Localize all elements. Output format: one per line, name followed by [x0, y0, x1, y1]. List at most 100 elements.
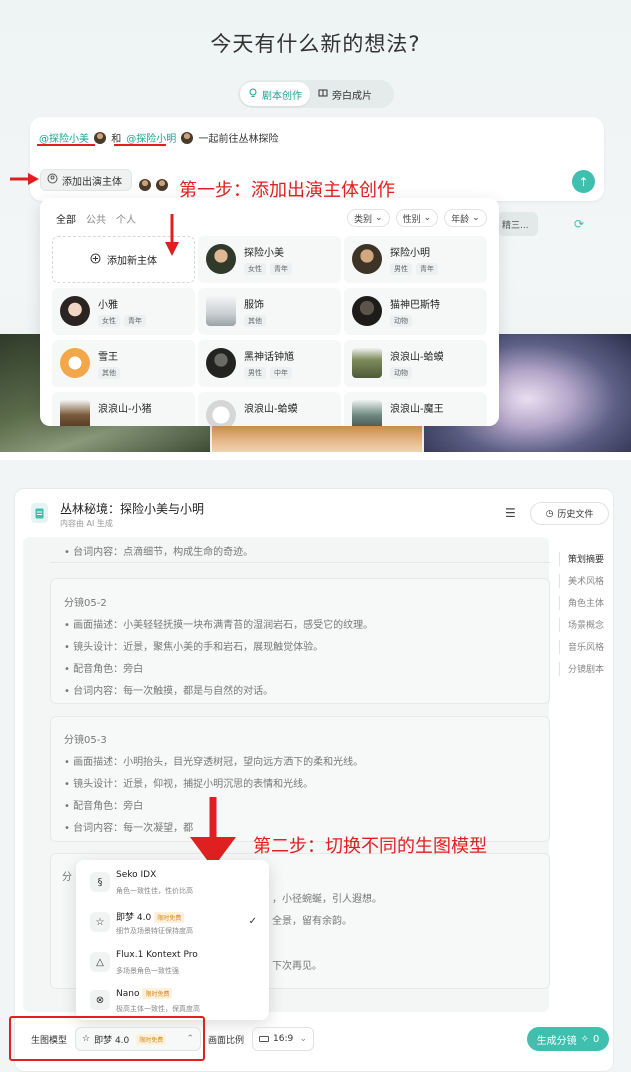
subject-card[interactable]: 猫神巴斯特 动物 — [344, 288, 487, 335]
annotation-arrow — [10, 173, 39, 185]
add-cast-button[interactable]: 添加出演主体 — [40, 169, 132, 191]
model-desc: 多场景角色一致性强 — [116, 967, 179, 975]
annotation-underline — [37, 144, 95, 146]
document-title: 丛林秘境：探险小美与小明 — [60, 502, 205, 516]
subject-card[interactable]: 浪浪山-蛤蟆 — [198, 392, 341, 426]
model-name: Flux.1 Kontext Pro — [116, 950, 198, 960]
filter-tab-personal[interactable]: 个人 — [116, 211, 136, 226]
model-option[interactable]: △ Flux.1 Kontext Pro 多场景角色一致性强 — [84, 946, 261, 982]
subject-card[interactable]: 小雅 女性 青年 — [52, 288, 195, 335]
subject-tag: 青年 — [270, 263, 292, 275]
model-option[interactable]: ⊗ Nano 限时免费 极高主体一致性，保真度高 — [84, 984, 261, 1020]
avatar — [352, 244, 382, 274]
subject-card[interactable]: 浪浪山-蛤蟆 动物 — [344, 340, 487, 387]
free-badge: 限时免费 — [154, 912, 185, 923]
category-filter[interactable]: 类别 ⌄ — [347, 209, 390, 227]
subject-name: 黑神话钟馗 — [244, 352, 294, 363]
sparkle-icon: ✧ — [580, 1033, 589, 1045]
subject-tag: 女性 — [98, 315, 120, 327]
dialogue-line: • 台词内容：点滴细节，构成生命的奇迹。 — [64, 547, 254, 558]
subject-tag: 青年 — [124, 315, 146, 327]
seko-logo-icon: § — [90, 872, 110, 892]
annotation-arrow — [165, 214, 179, 256]
toc-item[interactable]: 场景概念 — [559, 618, 604, 632]
toc-item[interactable]: 策划摘要 — [559, 552, 604, 566]
filter-selects: 类别 ⌄ 性别 ⌄ 年龄 ⌄ — [347, 209, 487, 227]
shot-line: • 画面描述：小美轻轻抚摸一块布满青苔的湿润岩石，感受它的纹理。 — [64, 620, 374, 631]
line-text: 画面描述：小明抬头，目光穿透树冠，望向远方洒下的柔和光线。 — [73, 757, 364, 768]
subject-card[interactable]: 雪王 其他 — [52, 340, 195, 387]
tab-narration-video[interactable]: 旁白成片 — [310, 82, 380, 106]
filter-tab-public[interactable]: 公共 — [86, 211, 106, 226]
annotation-arrow — [190, 797, 236, 868]
avatar — [352, 296, 382, 326]
add-cast-label: 添加出演主体 — [62, 176, 122, 188]
gender-filter[interactable]: 性别 ⌄ — [395, 209, 439, 227]
subject-tag: 动物 — [390, 315, 412, 327]
subject-tag: 其他 — [244, 315, 266, 327]
chevron-down-icon: ⌄ — [472, 213, 480, 223]
shot-line: ，小径蜿蜒，引人遐想。 — [272, 894, 382, 905]
add-user-icon — [47, 173, 58, 187]
age-filter[interactable]: 年龄 ⌄ — [444, 209, 487, 227]
line-text: 镜头设计：近景，聚焦小美的手和岩石，展现触觉体验。 — [73, 642, 324, 653]
shot-title: 分 — [62, 872, 72, 883]
subject-tag: 青年 — [416, 263, 438, 275]
refresh-icon[interactable]: ⟳ — [574, 217, 584, 231]
model-menu: § Seko IDX 角色一致性佳，性价比高 ☆ 即梦 4.0 限时免费 细节及场… — [76, 860, 269, 1020]
model-desc: 角色一致性佳，性价比高 — [116, 887, 193, 895]
bulb-icon — [248, 88, 258, 101]
subject-card[interactable]: 浪浪山-魔王 — [344, 392, 487, 426]
book-icon — [318, 88, 328, 101]
cast-avatars — [139, 174, 169, 193]
ratio-select[interactable]: 16:9 ⌄ — [252, 1027, 314, 1051]
toc-item[interactable]: 角色主体 — [559, 596, 604, 610]
document-subtitle: 内容由 AI 生成 — [60, 519, 113, 528]
chevron-down-icon: ⌄ — [423, 213, 432, 223]
model-option-selected[interactable]: ☆ 即梦 4.0 限时免费 细节及场景特征保持度高 ✓ — [84, 906, 261, 942]
model-name: Seko IDX — [116, 870, 157, 880]
history-label: 历史文件 — [557, 510, 594, 520]
avatar — [60, 348, 90, 378]
check-icon: ✓ — [248, 916, 257, 927]
history-icon: ◷ — [545, 508, 554, 519]
model-name-text: Nano — [116, 989, 140, 999]
toc-item[interactable]: 美术风格 — [559, 574, 604, 588]
model-option[interactable]: § Seko IDX 角色一致性佳，性价比高 — [84, 866, 261, 902]
toc-item[interactable]: 音乐风格 — [559, 640, 604, 654]
line-text: 台词内容：点滴细节，构成生命的奇迹。 — [73, 547, 254, 558]
generate-storyboard-button[interactable]: 生成分镜 ✧ 0 — [527, 1027, 609, 1051]
subject-card[interactable]: 服饰 其他 — [198, 288, 341, 335]
cast-dropdown: 全部 公共 个人 类别 ⌄ 性别 ⌄ 年龄 ⌄ 添加新主体 探险小美 女性 青年 探险小… — [40, 198, 499, 426]
avatar — [206, 348, 236, 378]
filter-tab-all[interactable]: 全部 — [56, 211, 76, 226]
step2-annotation: 第二步：切换不同的生图模型 — [253, 836, 487, 857]
tab-label: 剧本创作 — [262, 90, 302, 102]
subject-card[interactable]: 黑神话钟馗 男性 中年 — [198, 340, 341, 387]
avatar — [352, 348, 382, 378]
subject-card[interactable]: 探险小美 女性 青年 — [198, 236, 341, 283]
line-text: 台词内容：每一次凝望，都 — [73, 823, 194, 834]
filter-label: 性别 — [402, 214, 421, 225]
outline-toggle-icon[interactable]: ☰ — [505, 506, 516, 520]
dream-logo-icon: ☆ — [90, 912, 110, 932]
subject-tag: 中年 — [270, 367, 292, 379]
top-panel: 今天有什么新的想法? 剧本创作 旁白成片 @探险小美 和 @探险小明 一起前往丛… — [0, 0, 631, 452]
tab-script-creation[interactable]: 剧本创作 — [240, 82, 310, 106]
subject-name: 雪王 — [98, 352, 118, 363]
avatar — [139, 178, 151, 191]
flux-logo-icon: △ — [90, 952, 110, 972]
subject-card[interactable]: 探险小明 男性 青年 — [344, 236, 487, 283]
avatar — [60, 296, 90, 326]
shot-line: 全景，留有余韵。 — [272, 916, 352, 927]
subject-name: 猫神巴斯特 — [390, 300, 440, 311]
subject-name: 小雅 — [98, 300, 118, 311]
history-files-button[interactable]: ◷ 历史文件 — [530, 502, 609, 525]
style-chip[interactable]: 精三... — [498, 212, 538, 236]
subject-name: 浪浪山-魔王 — [390, 404, 444, 415]
line-text: 台词内容：每一次触摸，都是与自然的对话。 — [73, 686, 274, 697]
shot-line: • 画面描述：小明抬头，目光穿透树冠，望向远方洒下的柔和光线。 — [64, 757, 364, 768]
toc-item[interactable]: 分镜剧本 — [559, 662, 604, 676]
send-button[interactable]: ↑ — [572, 170, 595, 193]
subject-card[interactable]: 浪浪山-小猪 — [52, 392, 195, 426]
